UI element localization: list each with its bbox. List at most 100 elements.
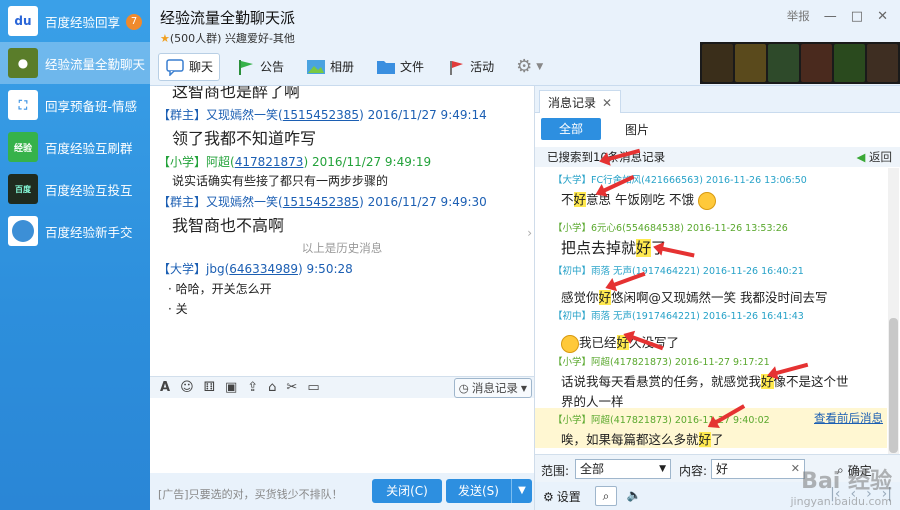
- tab-message-record[interactable]: 消息记录 ✕: [539, 90, 622, 113]
- activity-flag-icon: [446, 58, 466, 76]
- filter-picture-button[interactable]: 图片: [625, 121, 649, 138]
- input-footer: [广告]只要选的对，买货钱少不排队！ 关闭(C) 发送(S) ▼: [150, 473, 535, 510]
- view-context-link[interactable]: 查看前后消息: [814, 410, 883, 426]
- emoji-icon[interactable]: ☺: [180, 380, 194, 395]
- record-item: 【小学】6元心6(554684538) 2016-11-26 13:53:26 …: [535, 220, 887, 258]
- gift-icon[interactable]: ⚅: [204, 380, 215, 395]
- header-tabs: 聊天 公告 相册 文件 活动 ⚙ ▼: [158, 52, 549, 81]
- tab-announcement[interactable]: 公告: [230, 54, 290, 80]
- record-item: 【小学】阿超(417821873) 2016-11-27 9:17:21 话说我…: [535, 354, 887, 410]
- chevron-down-icon: ▼: [536, 61, 544, 72]
- chat-header: 经验流量全勤聊天派 ★(500人群) 兴趣爱好-其他 举报 — □ ✕ 聊天 公…: [150, 0, 900, 86]
- close-icon[interactable]: ✕: [602, 96, 612, 110]
- back-arrow-icon: ◀: [856, 150, 866, 164]
- message-text: 领了我都不知道咋写: [172, 129, 317, 148]
- grin-emoji-icon: [697, 191, 716, 210]
- chat-messages[interactable]: 这智商也是醉了啊 【群主】又现嫣然一笑(1515452385) 2016/11/…: [150, 86, 535, 376]
- gear-icon: ⚙: [543, 489, 554, 504]
- ad-image: [834, 44, 865, 82]
- upload-icon[interactable]: ⇪: [247, 380, 258, 395]
- shop-icon[interactable]: ⌂: [268, 380, 276, 395]
- message-text: 说实话确实有些接了都只有一两步步骤的: [172, 174, 389, 188]
- conversation-name: 经验流量全勤聊天: [45, 56, 145, 72]
- ad-image: [768, 44, 799, 82]
- ad-image: [801, 44, 832, 82]
- search-icon[interactable]: ⌕: [595, 486, 617, 506]
- ad-image: [867, 44, 898, 82]
- search-result-count: 已搜索到10条消息记录 ◀ 返回: [535, 147, 900, 167]
- record-header: 【初中】雨落 无声(1917464221) 2016-11-26 16:41:4…: [553, 311, 804, 322]
- image-icon[interactable]: ▣: [225, 380, 237, 395]
- flag-icon: [236, 58, 256, 76]
- record-text: 不好意思 午饭刚吃 不饿: [535, 189, 887, 210]
- record-scrollbar[interactable]: [888, 168, 899, 458]
- chevron-down-icon[interactable]: ▼: [512, 479, 532, 503]
- window-controls: 举报 — □ ✕: [787, 8, 888, 24]
- ad-image: [702, 44, 733, 82]
- conversation-item-5[interactable]: 百度 百度经验互投互: [0, 168, 150, 210]
- record-header: 【小学】阿超(417821873) 2016-11-27 9:17:21: [553, 357, 770, 368]
- message-record-panel: 消息记录✕ 全部 图片 已搜索到10条消息记录 ◀ 返回 【大学】FC行舍如风(…: [535, 86, 900, 510]
- more-settings[interactable]: ⚙ ▼: [510, 52, 549, 81]
- record-item: 【大学】FC行舍如风(421666563) 2016-11-26 13:06:5…: [535, 172, 887, 210]
- send-label[interactable]: 发送(S): [446, 479, 512, 503]
- maximize-icon[interactable]: □: [851, 9, 863, 24]
- star-icon: ★: [160, 32, 170, 45]
- tab-activity[interactable]: 活动: [440, 54, 500, 80]
- content-label: 内容:: [679, 464, 708, 478]
- record-item: 【初中】雨落 无声(1917464221) 2016-11-26 16:41:4…: [535, 308, 887, 353]
- collapse-arrow-icon[interactable]: ›: [527, 226, 532, 240]
- record-text: 话说我每天看悬赏的任务，就感觉我好像不是这个世: [561, 374, 849, 389]
- input-toolbar: A ☺ ⚅ ▣ ⇪ ⌂ ✂ ▭ ◷ 消息记录 ▼: [150, 376, 535, 398]
- conversation-name: 回享预备班-情感: [45, 98, 138, 114]
- ad-image: [735, 44, 766, 82]
- chat-icon: [165, 58, 185, 77]
- font-icon[interactable]: A: [160, 380, 170, 395]
- message-text: 我智商也不高啊: [172, 216, 285, 235]
- game-ad-banner[interactable]: [700, 42, 900, 84]
- clock-icon: ◷: [458, 381, 469, 395]
- message-header: 【群主】又现嫣然一笑(1515452385) 2016/11/27 9:49:3…: [158, 195, 487, 209]
- conversation-item-6[interactable]: 百度经验新手交: [0, 210, 150, 252]
- record-header: 【小学】6元心6(554684538) 2016-11-26 13:53:26: [553, 223, 788, 234]
- tab-album[interactable]: 相册: [300, 54, 360, 80]
- laugh-emoji-icon: [561, 334, 579, 353]
- message-input[interactable]: [150, 398, 535, 473]
- conversation-item-2[interactable]: ● 经验流量全勤聊天: [0, 42, 150, 84]
- gamepad-icon: ⛶: [8, 90, 38, 120]
- chevron-down-icon: ▼: [520, 383, 527, 393]
- tab-chat[interactable]: 聊天: [158, 52, 221, 81]
- filter-all-button[interactable]: 全部: [541, 118, 601, 140]
- folder-icon[interactable]: ▭: [307, 380, 319, 395]
- close-icon[interactable]: ✕: [877, 9, 888, 24]
- message-text: · 哈哈，开关怎么开: [168, 282, 272, 296]
- conversation-item-3[interactable]: ⛶ 回享预备班-情感: [0, 84, 150, 126]
- scroll-thumb[interactable]: [889, 318, 898, 453]
- range-select[interactable]: 全部 ▼: [575, 459, 671, 479]
- close-button[interactable]: 关闭(C): [372, 479, 442, 503]
- report-link[interactable]: 举报: [787, 8, 810, 24]
- settings-button[interactable]: ⚙ 设置: [543, 488, 581, 505]
- speaker-icon[interactable]: 🔈: [623, 486, 645, 506]
- conversation-item-4[interactable]: 经验 百度经验互刷群: [0, 126, 150, 168]
- minimize-icon[interactable]: —: [824, 9, 837, 24]
- tab-files[interactable]: 文件: [370, 54, 430, 80]
- range-label: 范围:: [541, 464, 570, 478]
- folder-icon: [376, 58, 396, 76]
- message-history-button[interactable]: ◷ 消息记录 ▼: [453, 378, 532, 398]
- group-subtitle: ★(500人群) 兴趣爱好-其他: [160, 32, 295, 45]
- record-filter: 全部 图片: [535, 113, 900, 147]
- message-header: 【群主】又现嫣然一笑(1515452385) 2016/11/27 9:49:1…: [158, 108, 487, 122]
- message-header: 【小学】阿超(417821873) 2016/11/27 9:49:19: [158, 155, 432, 169]
- record-item: 【初中】雨落 无声(1917464221) 2016-11-26 16:40:2…: [535, 263, 887, 306]
- group-avatar: 经验: [8, 132, 38, 162]
- group-avatar: [8, 216, 38, 246]
- gear-icon: ⚙: [516, 56, 533, 77]
- record-text: 感觉你好悠闲啊@又现嫣然一笑 我都没时间去写: [561, 290, 828, 305]
- back-button[interactable]: ◀ 返回: [856, 147, 892, 167]
- watermark: Bai 经验 jingyan.baidu.com: [790, 469, 892, 508]
- send-button[interactable]: 发送(S) ▼: [446, 479, 532, 503]
- ad-text[interactable]: [广告]只要选的对，买货钱少不排队！: [158, 486, 343, 502]
- conversation-item-1[interactable]: du 百度经验回享 7: [0, 0, 150, 42]
- scissors-icon[interactable]: ✂: [286, 380, 297, 395]
